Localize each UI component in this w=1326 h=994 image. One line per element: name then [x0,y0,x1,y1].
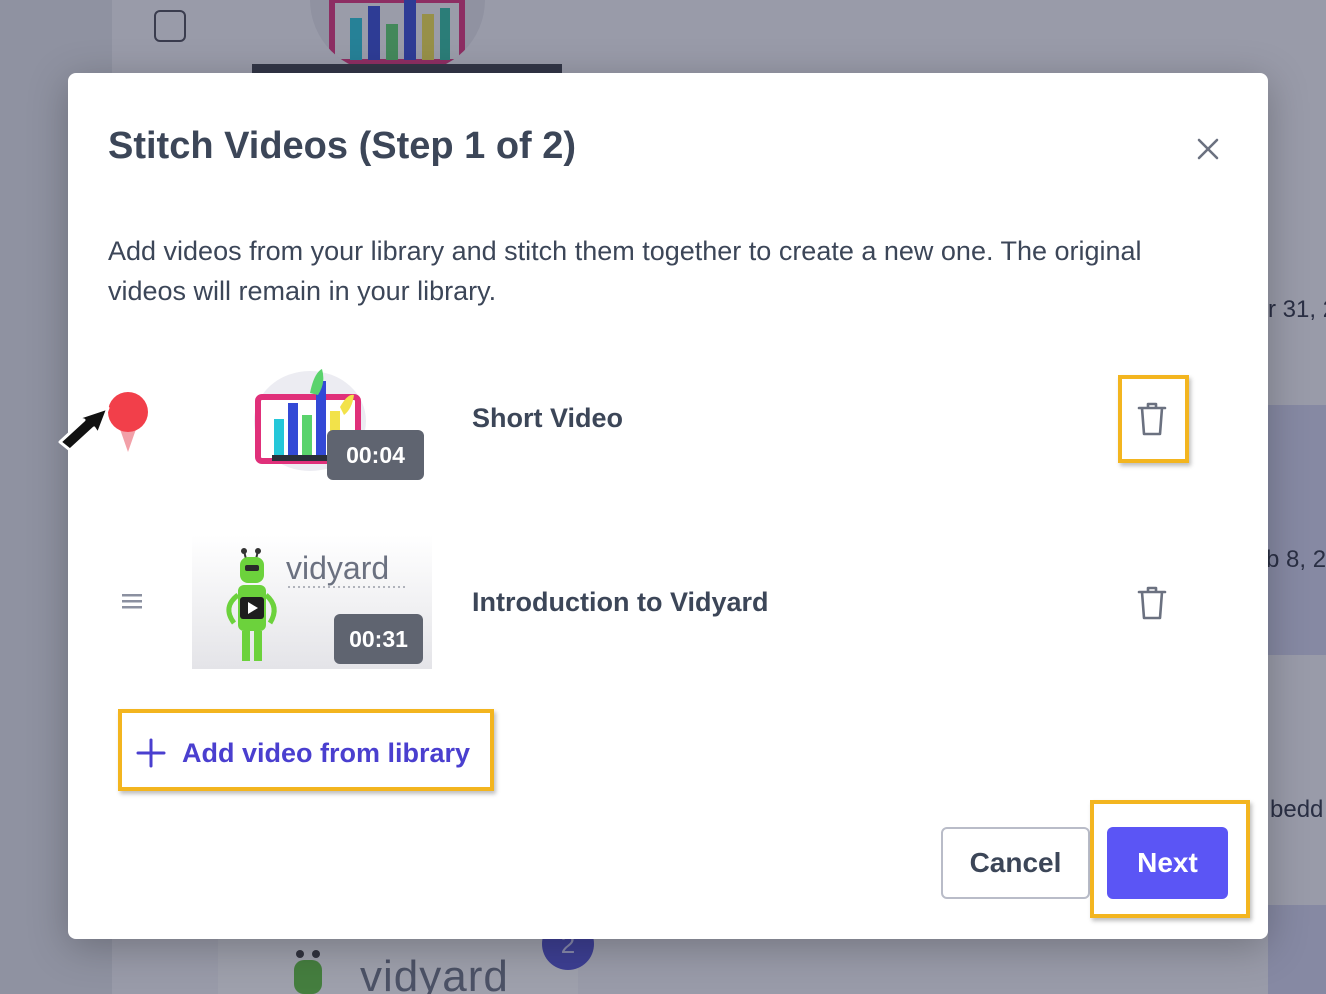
modal-description: Add videos from your library and stitch … [108,236,1142,306]
highlight-next-button [1090,800,1250,918]
modal-title: Stitch Videos (Step 1 of 2) [108,125,577,167]
delete-video-button[interactable] [1136,585,1168,621]
video-title: Introduction to Vidyard [472,587,769,617]
video-duration-badge: 00:04 [327,430,424,480]
trash-icon [1137,586,1167,620]
drag-handle-icon[interactable] [122,593,142,609]
cancel-button[interactable]: Cancel [941,827,1090,899]
close-icon [1197,138,1219,160]
video-list-item[interactable]: vidyard 00:31 Introduction to Vidyard [68,535,1268,675]
highlight-delete-first [1118,375,1189,463]
thumbnail-logo-text: vidyard [286,550,389,586]
close-button[interactable] [1190,131,1226,167]
video-list-item[interactable]: 00:04 Short Video [68,351,1268,491]
stitch-videos-modal: Stitch Videos (Step 1 of 2) Add videos f… [68,73,1268,939]
video-duration-badge: 00:31 [334,614,423,664]
highlight-add-video [118,709,494,791]
video-title: Short Video [472,403,624,433]
cursor-pin-icon [58,392,148,452]
